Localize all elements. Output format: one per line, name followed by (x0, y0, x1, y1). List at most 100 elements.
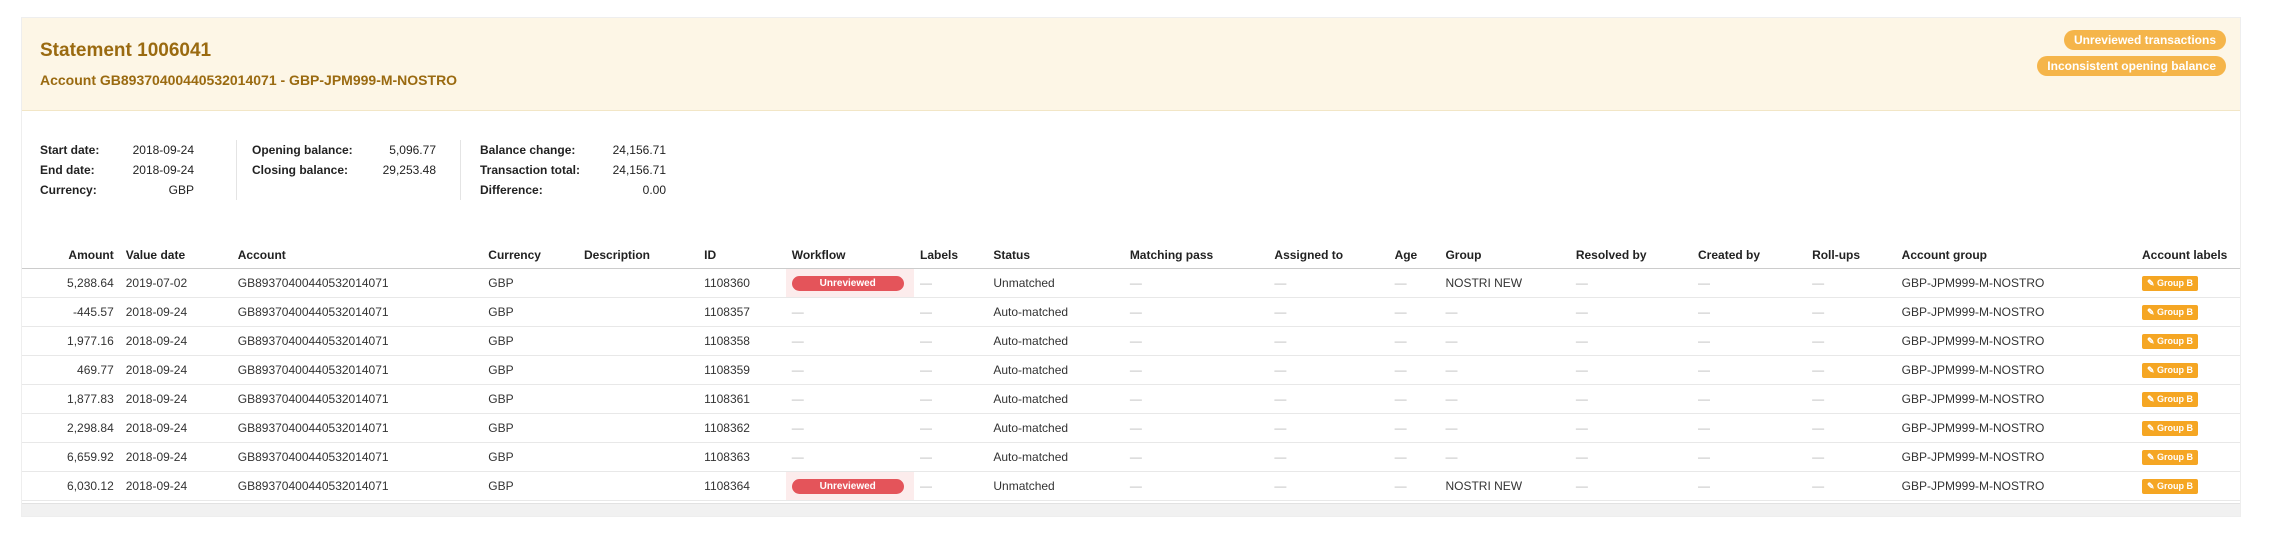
difference-value: 0.00 (642, 183, 666, 197)
table-body: 5,288.64 2019-07-02 GB89370400440532014071… (22, 268, 2240, 501)
cell-account-labels: ✎ Group B (2136, 355, 2240, 385)
cell-age: — (1388, 471, 1440, 501)
table-row[interactable]: 469.77 2018-09-24 GB89370400440532014071 GB… (22, 355, 2240, 385)
cell-account-group: GBP-JPM999-M-NOSTRO (1895, 413, 2136, 443)
cell-account-labels: ✎ Group B (2136, 442, 2240, 472)
column-header-currency[interactable]: Currency (482, 242, 578, 269)
cell-roll-ups: — (1806, 297, 1896, 327)
cell-resolved-by: — (1569, 442, 1693, 472)
table-row[interactable]: 2,298.84 2018-09-24 GB89370400440532014071… (22, 413, 2240, 443)
column-header-status[interactable]: Status (987, 242, 1124, 269)
column-header-created-by[interactable]: Created by (1692, 242, 1807, 269)
column-header-group[interactable]: Group (1439, 242, 1570, 269)
column-header-account-labels[interactable]: Account labels (2136, 242, 2240, 269)
cell-age: — (1388, 442, 1440, 472)
account-label-tag[interactable]: ✎ Group B (2142, 450, 2199, 465)
cell-group: — (1439, 297, 1570, 327)
column-header-amount[interactable]: Amount (22, 242, 120, 269)
account-label-tag[interactable]: ✎ Group B (2142, 392, 2199, 407)
cell-workflow: — (785, 355, 915, 385)
table-row[interactable]: 6,659.92 2018-09-24 GB89370400440532014071… (22, 442, 2240, 472)
summary-dates: Start date: 2018-09-24 End date: 2018-09-2… (40, 140, 194, 200)
account-subtitle: Account GB89370400440532014071 - GBP-JPM… (40, 72, 458, 88)
account-label-tag[interactable]: ✎ Group B (2142, 305, 2199, 320)
account-label-tag[interactable]: ✎ Group B (2142, 479, 2199, 494)
summary-divider (460, 140, 461, 200)
cell-group: — (1439, 384, 1570, 414)
cell-description (578, 297, 699, 327)
cell-assigned-to: — (1268, 297, 1389, 327)
table-row[interactable]: 1,977.16 2018-09-24 GB89370400440532014071… (22, 326, 2240, 356)
horizontal-scrollbar[interactable] (22, 503, 2240, 516)
cell-workflow: Unreviewed (785, 268, 915, 298)
column-header-id[interactable]: ID (698, 242, 786, 269)
cell-amount: 469.77 (22, 355, 120, 385)
cell-workflow: — (785, 413, 915, 443)
column-header-labels[interactable]: Labels (914, 242, 988, 269)
tag-icon: ✎ (2147, 423, 2158, 433)
cell-roll-ups: — (1806, 413, 1896, 443)
currency-label: Currency: (40, 183, 97, 197)
cell-roll-ups: — (1806, 442, 1896, 472)
cell-resolved-by: — (1569, 326, 1693, 356)
account-label-text: Group B (2157, 481, 2194, 491)
cell-resolved-by: — (1569, 471, 1693, 501)
cell-amount: 6,659.92 (22, 442, 120, 472)
cell-roll-ups: — (1806, 268, 1896, 298)
cell-currency: GBP (482, 297, 578, 327)
account-label-text: Group B (2157, 278, 2194, 288)
table-row[interactable]: 5,288.64 2019-07-02 GB89370400440532014071… (22, 268, 2240, 298)
tag-icon: ✎ (2147, 307, 2158, 317)
account-label-text: Group B (2157, 452, 2194, 462)
cell-labels: — (914, 297, 988, 327)
column-header-value-date[interactable]: Value date (119, 242, 232, 269)
cell-age: — (1388, 413, 1440, 443)
column-header-workflow[interactable]: Workflow (785, 242, 915, 269)
unreviewed-transactions-badge[interactable]: Unreviewed transactions (2063, 30, 2226, 50)
closing-balance-label: Closing balance: (252, 163, 349, 177)
column-header-age[interactable]: Age (1388, 242, 1440, 269)
account-label-tag[interactable]: ✎ Group B (2142, 363, 2199, 378)
table-row[interactable]: 6,030.12 2018-09-24 GB89370400440532014071… (22, 471, 2240, 501)
account-label-text: Group B (2157, 336, 2194, 346)
table-row[interactable]: -445.57 2018-09-24 GB89370400440532014071 G… (22, 297, 2240, 327)
currency-value: GBP (168, 183, 194, 197)
cell-age: — (1388, 326, 1440, 356)
cell-matching-pass: — (1123, 413, 1269, 443)
account-label-tag[interactable]: ✎ Group B (2142, 421, 2199, 436)
start-date-label: Start date: (40, 143, 100, 157)
cell-value-date: 2018-09-24 (119, 442, 232, 472)
cell-account-labels: ✎ Group B (2136, 413, 2240, 443)
cell-id: 1108361 (698, 384, 786, 414)
cell-account: GB89370400440532014071 (231, 355, 483, 385)
cell-status: Unmatched (987, 268, 1124, 298)
account-label-tag[interactable]: ✎ Group B (2142, 334, 2199, 349)
cell-assigned-to: — (1268, 384, 1389, 414)
column-header-matching-pass[interactable]: Matching pass (1123, 242, 1269, 269)
cell-id: 1108362 (698, 413, 786, 443)
inconsistent-opening-balance-badge[interactable]: Inconsistent opening balance (2037, 56, 2226, 76)
cell-account: GB89370400440532014071 (231, 297, 483, 327)
account-label-tag[interactable]: ✎ Group B (2142, 276, 2199, 291)
cell-assigned-to: — (1268, 326, 1389, 356)
column-header-roll-ups[interactable]: Roll-ups (1806, 242, 1896, 269)
column-header-description[interactable]: Description (578, 242, 699, 269)
cell-assigned-to: — (1268, 442, 1389, 472)
cell-labels: — (914, 355, 988, 385)
cell-roll-ups: — (1806, 384, 1896, 414)
cell-matching-pass: — (1123, 297, 1269, 327)
cell-status: Auto-matched (987, 442, 1124, 472)
cell-matching-pass: — (1123, 355, 1269, 385)
cell-workflow: Unreviewed (785, 471, 915, 501)
cell-group: — (1439, 413, 1570, 443)
cell-resolved-by: — (1569, 355, 1693, 385)
column-header-account-group[interactable]: Account group (1895, 242, 2136, 269)
column-header-resolved-by[interactable]: Resolved by (1569, 242, 1693, 269)
column-header-account[interactable]: Account (231, 242, 483, 269)
table-row[interactable]: 1,877.83 2018-09-24 GB89370400440532014071… (22, 384, 2240, 414)
workflow-unreviewed-pill[interactable]: Unreviewed (791, 276, 904, 291)
column-header-assigned-to[interactable]: Assigned to (1268, 242, 1389, 269)
cell-created-by: — (1692, 471, 1807, 501)
cell-description (578, 413, 699, 443)
workflow-unreviewed-pill[interactable]: Unreviewed (791, 479, 904, 494)
